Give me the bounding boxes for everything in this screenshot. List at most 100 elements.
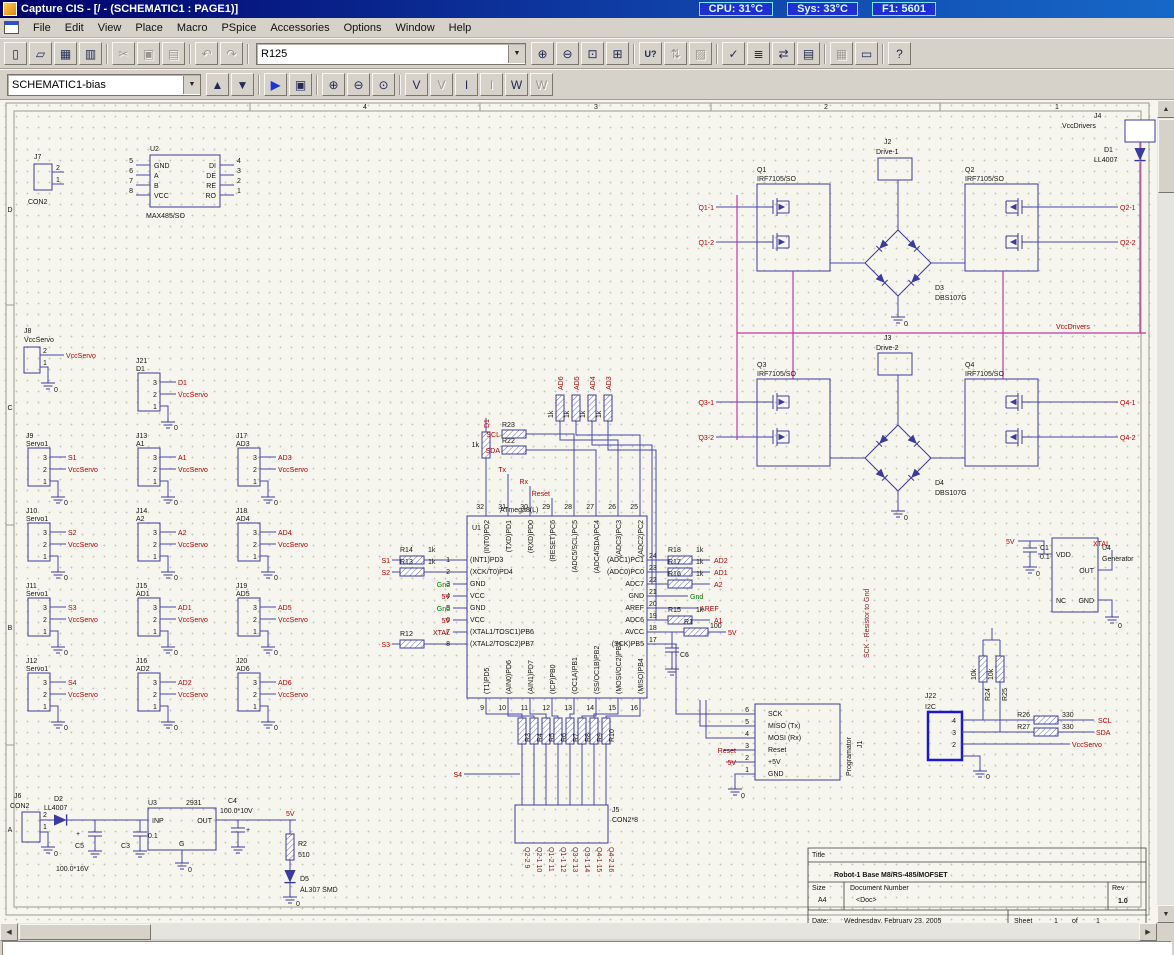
d4-bridge[interactable] bbox=[865, 425, 931, 491]
schematic-label: Drive-1 bbox=[876, 149, 899, 156]
j7-box[interactable] bbox=[34, 164, 52, 190]
schematic-label: DI bbox=[209, 163, 216, 170]
horizontal-scrollbar-track[interactable] bbox=[152, 923, 1139, 939]
schematic-label: 0 bbox=[904, 321, 908, 328]
q3-box[interactable] bbox=[757, 379, 830, 466]
j22-i2c-box[interactable] bbox=[928, 712, 962, 760]
schematic-canvas[interactable]: Title Robot-1 Base M8/RS-485/MOFSET Size… bbox=[0, 100, 1157, 923]
connector-stubs bbox=[160, 382, 176, 419]
zoom-in-button[interactable]: ⊕ bbox=[531, 42, 554, 65]
menu-item-macro[interactable]: Macro bbox=[170, 20, 215, 36]
vertical-scrollbar-track[interactable] bbox=[1157, 194, 1174, 905]
horizontal-scrollbar-thumb[interactable] bbox=[19, 924, 151, 940]
schematic-label: D1 bbox=[136, 366, 145, 373]
menu-item-place[interactable]: Place bbox=[128, 20, 170, 36]
run-pspice-button[interactable]: ▶ bbox=[264, 73, 287, 96]
j4-box[interactable] bbox=[1125, 120, 1155, 142]
design-rules-check-button[interactable]: ✓ bbox=[722, 42, 745, 65]
schematic-label: 0 bbox=[174, 500, 178, 507]
zoom-all-button[interactable]: ⊞ bbox=[606, 42, 629, 65]
schematic-label: 0 bbox=[174, 650, 178, 657]
new-document-button[interactable]: ▯ bbox=[4, 42, 27, 65]
power-marker-button[interactable]: ⊙ bbox=[372, 73, 395, 96]
schematic-label: 16 bbox=[630, 705, 638, 712]
schematic-label: 0 bbox=[64, 725, 68, 732]
bill-of-materials-button[interactable]: ▤ bbox=[797, 42, 820, 65]
schematic-label: Drive-2 bbox=[876, 345, 899, 352]
schematic-label: J5 bbox=[612, 807, 620, 814]
help-button[interactable]: ? bbox=[888, 42, 911, 65]
area-select-button[interactable]: ▭ bbox=[855, 42, 878, 65]
simulation-profile-combo[interactable]: SCHEMATIC1-bias ▼ bbox=[7, 74, 201, 96]
combo-dropdown-arrow-icon[interactable]: ▼ bbox=[183, 76, 200, 94]
schematic-label: MISO (Tx) bbox=[768, 723, 800, 730]
j5-box[interactable] bbox=[515, 805, 608, 843]
annotate-button[interactable]: U? bbox=[639, 42, 662, 65]
menu-item-accessories[interactable]: Accessories bbox=[263, 20, 336, 36]
vertical-scrollbar-thumb[interactable] bbox=[1158, 119, 1174, 193]
menu-item-options[interactable]: Options bbox=[337, 20, 389, 36]
zoom-out-button[interactable]: ⊖ bbox=[556, 42, 579, 65]
combo-dropdown-arrow-icon[interactable]: ▼ bbox=[508, 45, 525, 63]
cross-reference-button[interactable]: ⇄ bbox=[772, 42, 795, 65]
schematic-label: 2 bbox=[43, 542, 47, 549]
j16-ref: J16 bbox=[136, 658, 147, 665]
menu-item-view[interactable]: View bbox=[91, 20, 129, 36]
menu-item-pspice[interactable]: PSpice bbox=[214, 20, 263, 36]
bias-current-button[interactable]: I bbox=[455, 73, 478, 96]
j21-ref: J21 bbox=[136, 358, 147, 365]
ascend-hierarchy-button[interactable]: ▲ bbox=[206, 73, 229, 96]
schematic-document-icon[interactable] bbox=[4, 21, 19, 34]
schematic-label: 13 bbox=[564, 705, 572, 712]
open-document-button[interactable]: ▱ bbox=[29, 42, 52, 65]
bias-power-button[interactable]: W bbox=[505, 73, 528, 96]
j15-ref: J15 bbox=[136, 583, 147, 590]
menu-item-help[interactable]: Help bbox=[442, 20, 479, 36]
menu-item-file[interactable]: File bbox=[26, 20, 58, 36]
schematic-page[interactable]: Title Robot-1 Base M8/RS-485/MOFSET Size… bbox=[0, 100, 1157, 923]
menu-item-window[interactable]: Window bbox=[389, 20, 442, 36]
scroll-up-icon[interactable]: ▲ bbox=[1157, 100, 1174, 118]
schematic-label: (ADC0)PC0 bbox=[607, 569, 644, 576]
schematic-label: LL4007 bbox=[1094, 157, 1117, 164]
schematic-label: J4 bbox=[1094, 113, 1102, 120]
schematic-label: D4 bbox=[935, 480, 944, 487]
descend-hierarchy-button[interactable]: ▼ bbox=[231, 73, 254, 96]
bias-voltage-button[interactable]: V bbox=[405, 73, 428, 96]
voltage-marker-button[interactable]: ⊕ bbox=[322, 73, 345, 96]
j3-box[interactable] bbox=[878, 353, 912, 375]
view-simulation-results-button[interactable]: ▣ bbox=[289, 73, 312, 96]
scroll-right-icon[interactable]: ▶ bbox=[1139, 923, 1157, 941]
schematic-label: 20 bbox=[649, 601, 657, 608]
schematic-label: 6 bbox=[745, 707, 749, 714]
part-reference-combo[interactable]: R125 ▼ bbox=[256, 43, 526, 65]
j12-ref: J12 bbox=[26, 658, 37, 665]
schematic-label: VCC bbox=[154, 193, 169, 200]
create-netlist-button[interactable]: ≣ bbox=[747, 42, 770, 65]
d3-bridge[interactable] bbox=[865, 230, 931, 296]
schematic-label: VccServo bbox=[1072, 742, 1102, 749]
j6-box[interactable] bbox=[22, 812, 40, 842]
schematic-label: CON2*8 bbox=[612, 817, 638, 824]
q4-box[interactable] bbox=[965, 379, 1038, 466]
ground-icon bbox=[51, 719, 65, 728]
cut-button: ✂ bbox=[112, 42, 135, 65]
current-marker-button[interactable]: ⊖ bbox=[347, 73, 370, 96]
save-document-button[interactable]: ▦ bbox=[54, 42, 77, 65]
schematic-label: R3 bbox=[525, 733, 532, 742]
schematic-label: 2 bbox=[43, 812, 47, 819]
schematic-label: Q2-1 bbox=[1120, 205, 1136, 212]
print-button[interactable]: ▥ bbox=[79, 42, 102, 65]
net-label-s4: S4 bbox=[68, 680, 77, 687]
menu-item-edit[interactable]: Edit bbox=[58, 20, 91, 36]
vertical-scrollbar[interactable]: ▲ ▼ bbox=[1157, 100, 1174, 923]
horizontal-scrollbar[interactable]: ◀ ▶ bbox=[0, 923, 1157, 939]
scroll-down-icon[interactable]: ▼ bbox=[1157, 905, 1174, 923]
zoom-area-button[interactable]: ⊡ bbox=[581, 42, 604, 65]
j8-box[interactable] bbox=[24, 347, 40, 373]
scroll-left-icon[interactable]: ◀ bbox=[0, 923, 18, 941]
bias-power-off-button: W bbox=[530, 73, 553, 96]
q1-box[interactable] bbox=[757, 184, 830, 271]
j2-box[interactable] bbox=[878, 158, 912, 180]
q2-box[interactable] bbox=[965, 184, 1038, 271]
